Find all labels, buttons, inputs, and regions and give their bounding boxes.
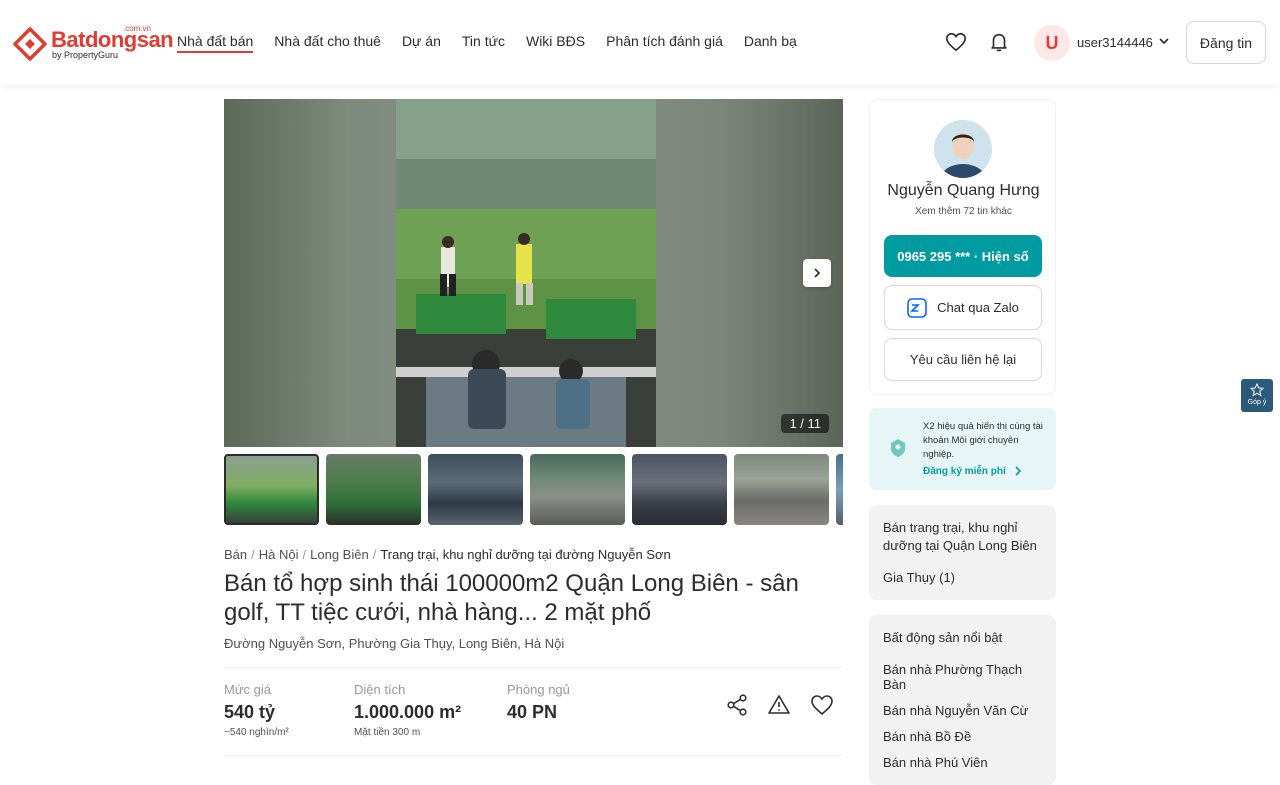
related-link-gia-thuy[interactable]: Gia Thụy (1) bbox=[883, 570, 1042, 585]
price-label: Mức giá bbox=[224, 682, 271, 697]
thumbnail[interactable] bbox=[326, 454, 421, 525]
share-icon[interactable] bbox=[725, 693, 749, 717]
show-phone-button[interactable]: 0965 295 *** · Hiện số bbox=[884, 235, 1042, 277]
star-icon bbox=[1249, 382, 1265, 397]
thumbnail[interactable] bbox=[632, 454, 727, 525]
featured-link[interactable]: Bán nhà Bồ Đề bbox=[883, 729, 1042, 744]
breadcrumb-item-current[interactable]: Trang trại, khu nghỉ dưỡng tại đường Ngu… bbox=[380, 547, 670, 562]
agent-avatar[interactable] bbox=[934, 120, 992, 178]
user-avatar[interactable]: U bbox=[1034, 25, 1070, 61]
photo-gallery[interactable]: 1 / 11 bbox=[224, 99, 843, 447]
main-nav: Nhà đất bán Nhà đất cho thuê Dự án Tin t… bbox=[177, 33, 818, 53]
nav-item-for-sale[interactable]: Nhà đất bán bbox=[177, 33, 254, 53]
username[interactable]: user3144446 bbox=[1077, 35, 1153, 50]
promo-register-link[interactable]: Đăng ký miễn phí bbox=[923, 466, 1023, 477]
featured-listings-box: Bất động sản nổi bật Bán nhà Phường Thạc… bbox=[869, 615, 1056, 785]
request-callback-button[interactable]: Yêu cầu liên hệ lại bbox=[884, 338, 1042, 381]
heart-icon[interactable] bbox=[945, 31, 967, 53]
breadcrumb-item[interactable]: Bán bbox=[224, 547, 247, 562]
divider bbox=[224, 755, 843, 756]
price-per-m2: ~540 nghìn/m² bbox=[224, 727, 289, 738]
site-logo[interactable]: .com.vn Batdongsan by PropertyGuru bbox=[12, 24, 174, 64]
feedback-label: Góp ý bbox=[1247, 399, 1267, 406]
agent-more-listings[interactable]: Xem thêm 72 tin khác bbox=[870, 206, 1057, 217]
thumbnail[interactable] bbox=[836, 454, 843, 525]
thumbnail[interactable] bbox=[734, 454, 829, 525]
bell-icon[interactable] bbox=[988, 31, 1010, 53]
nav-item-projects[interactable]: Dự án bbox=[402, 33, 441, 53]
price-spec: Mức giá 540 tỷ ~540 nghìn/m² bbox=[224, 682, 289, 738]
breadcrumb-item[interactable]: Long Biên bbox=[310, 547, 369, 562]
nav-item-wiki[interactable]: Wiki BĐS bbox=[526, 33, 585, 53]
agent-card: Nguyễn Quang Hưng Xem thêm 72 tin khác 0… bbox=[869, 99, 1056, 395]
report-warning-icon[interactable] bbox=[767, 693, 791, 717]
listing-title: Bán tổ hợp sinh thái 100000m2 Quận Long … bbox=[224, 570, 799, 626]
related-category-title: Bán trang trại, khu nghỉ dưỡng tại Quận … bbox=[883, 520, 1037, 553]
chevron-down-icon[interactable] bbox=[1158, 35, 1170, 47]
area-label: Diện tích bbox=[354, 682, 406, 697]
nav-item-for-rent[interactable]: Nhà đất cho thuê bbox=[274, 33, 381, 53]
post-listing-button[interactable]: Đăng tin bbox=[1186, 21, 1266, 64]
nav-item-directory[interactable]: Danh bạ bbox=[744, 33, 797, 53]
main-photo[interactable] bbox=[396, 99, 656, 447]
zalo-icon bbox=[907, 297, 927, 318]
bedrooms-value: 40 PN bbox=[507, 702, 558, 722]
featured-link[interactable]: Bán nhà Phú Viên bbox=[883, 755, 1042, 770]
area-value: 1.000.000 m² bbox=[354, 702, 462, 722]
zalo-chat-button[interactable]: Chat qua Zalo bbox=[884, 285, 1042, 330]
featured-title: Bất động sản nổi bật bbox=[883, 630, 1003, 645]
bedrooms-label: Phòng ngủ bbox=[507, 682, 570, 697]
featured-link[interactable]: Bán nhà Nguyễn Văn Cừ bbox=[883, 703, 1042, 718]
related-category-box: Bán trang trại, khu nghỉ dưỡng tại Quận … bbox=[869, 505, 1056, 600]
promo-text: X2 hiệu quả hiển thị cùng tài khoản Môi … bbox=[923, 421, 1043, 460]
photo-counter: 1 / 11 bbox=[781, 414, 829, 433]
logo-house-icon bbox=[13, 27, 47, 61]
chevron-right-icon bbox=[814, 268, 821, 278]
feedback-button[interactable]: Góp ý bbox=[1241, 379, 1273, 412]
thumbnail[interactable] bbox=[428, 454, 523, 525]
divider bbox=[224, 667, 843, 668]
save-heart-icon[interactable] bbox=[810, 693, 834, 717]
thumbnail[interactable] bbox=[224, 454, 319, 525]
next-photo-button[interactable] bbox=[803, 259, 831, 287]
featured-link[interactable]: Bán nhà Phường Thạch Bàn bbox=[883, 662, 1042, 692]
promo-register-label: Đăng ký miễn phí bbox=[923, 466, 1006, 477]
logo-tagline: by PropertyGuru bbox=[52, 50, 119, 60]
chevron-right-icon bbox=[1015, 466, 1021, 476]
site-header: .com.vn Batdongsan by PropertyGuru Nhà đ… bbox=[0, 0, 1280, 85]
area-spec: Diện tích 1.000.000 m² Mặt tiền 300 m bbox=[354, 682, 461, 738]
bedrooms-spec: Phòng ngủ 40 PN bbox=[507, 682, 570, 723]
thumbnail-strip bbox=[224, 454, 843, 525]
zalo-chat-label: Chat qua Zalo bbox=[937, 300, 1019, 315]
breadcrumb-item[interactable]: Hà Nội bbox=[259, 547, 299, 562]
nav-item-analysis[interactable]: Phân tích đánh giá bbox=[606, 33, 723, 53]
price-value: 540 tỷ bbox=[224, 702, 276, 722]
thumbnail[interactable] bbox=[530, 454, 625, 525]
golf-range-photo bbox=[396, 99, 656, 447]
listing-address: Đường Nguyễn Sơn, Phường Gia Thụy, Long … bbox=[224, 636, 565, 651]
pro-agent-promo: X2 hiệu quả hiển thị cùng tài khoản Môi … bbox=[869, 408, 1056, 490]
frontage: Mặt tiền 300 m bbox=[354, 727, 421, 738]
agent-name[interactable]: Nguyễn Quang Hưng bbox=[870, 182, 1057, 200]
verified-badge-icon bbox=[891, 439, 905, 457]
breadcrumb: Bán / Hà Nội / Long Biên / Trang trại, khu ngh… bbox=[224, 547, 671, 562]
nav-item-news[interactable]: Tin tức bbox=[462, 33, 505, 53]
